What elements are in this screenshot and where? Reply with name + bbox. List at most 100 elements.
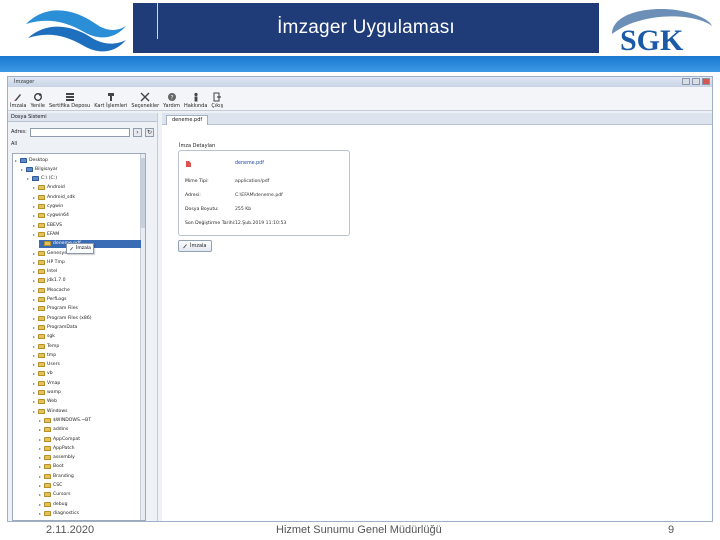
tree-item[interactable]: ▸ Intel: [33, 268, 141, 276]
tree-item[interactable]: ▸ EBEVS: [33, 221, 141, 229]
toolbar-help-button[interactable]: ? Yardım: [163, 92, 180, 110]
folder-icon: [38, 194, 45, 200]
tree-item-label: C:\ (C:): [41, 176, 58, 182]
tree-item[interactable]: ▸ Bilgisayar: [21, 165, 141, 173]
tree-item[interactable]: ▸ wamp: [33, 389, 141, 397]
tree-item-label: Bilgisayar: [35, 166, 58, 172]
folder-icon: [44, 417, 51, 423]
folder-icon: [38, 287, 45, 293]
tree-item-label: jdk1.7.0: [47, 278, 66, 284]
tree-item[interactable]: ▸ assembly: [39, 454, 141, 462]
page-title: İmzager Uygulaması: [277, 17, 455, 38]
tree-item-label: Windows: [47, 408, 68, 414]
tree-item[interactable]: ▸ jdk1.7.0: [33, 277, 141, 285]
signature-panel: deneme.pdf İmza Detayları deneme.pdf Mim…: [162, 113, 712, 521]
tree-item[interactable]: ▸ $WINDOWS.~BT: [39, 416, 141, 424]
toolbar-label: Seçenekler: [131, 103, 160, 109]
tree-item-label: PerfLogs: [47, 297, 67, 302]
tree-item-label: AppPatch: [53, 445, 75, 451]
detail-value: C:\EFAM\deneme.pdf: [235, 193, 283, 198]
tree-item[interactable]: ▸ Users: [33, 361, 141, 369]
tree-item[interactable]: ▸ HP Tmp: [33, 258, 141, 266]
minimize-button[interactable]: [682, 78, 690, 85]
go-button[interactable]: ›: [133, 127, 142, 137]
folder-icon: [38, 334, 45, 340]
tree-item-label: EFAM: [47, 231, 60, 237]
pen-icon: [14, 94, 22, 101]
sign-button[interactable]: İmzala: [178, 240, 212, 252]
tree-item[interactable]: ▸ Web: [33, 398, 141, 406]
tree-item[interactable]: ▸ Branding: [39, 472, 141, 480]
toolbar-certificate-store-button[interactable]: Sertifika Deposu: [49, 92, 90, 110]
file-tree[interactable]: ▸ Desktop ▸ Bilgisayar ▸ C:\ (C:) ▸ Android ▸ And…: [12, 153, 146, 521]
toolbar-refresh-button[interactable]: Yenile: [31, 92, 45, 110]
tree-item[interactable]: ▸ Program Files: [33, 305, 141, 313]
tree-item[interactable]: ▸ debug: [39, 500, 141, 508]
detail-row-mime: Mime Tipi: application/pdf: [185, 179, 269, 184]
tree-item-label: ProgramData: [47, 324, 78, 330]
toolbar-sign-button[interactable]: İmzala: [10, 92, 27, 110]
detail-label: Son Değiştirme Tarihi:: [185, 221, 236, 226]
toolbar-label: Çıkış: [211, 103, 224, 109]
folder-icon: [38, 380, 45, 386]
folder-icon: [38, 399, 45, 405]
tree-item[interactable]: ▸ AppCompat: [39, 435, 141, 443]
folder-icon: [38, 352, 45, 358]
tree-item[interactable]: ▸ cygwin: [33, 203, 141, 211]
tree-item[interactable]: ▸ Android_sdk: [33, 193, 141, 201]
context-menu-sign[interactable]: İmzala: [66, 243, 94, 254]
scrollbar-thumb[interactable]: [141, 158, 145, 228]
refresh-tree-button[interactable]: ↻: [145, 127, 154, 137]
pdf-file-icon: [186, 161, 191, 167]
toolbar-label: Sertifika Deposu: [49, 103, 91, 109]
tree-item[interactable]: ▸ Android: [33, 184, 141, 192]
tree-item[interactable]: ▸ Cursors: [39, 491, 141, 499]
tree-item[interactable]: ▸ diagnostics: [39, 509, 141, 517]
folder-icon: [38, 390, 45, 395]
tree-item[interactable]: ▸ Vmap: [33, 379, 141, 387]
detail-label: Dosya Boyutu:: [185, 207, 219, 212]
tree-item[interactable]: ▸ EFAM: [33, 230, 141, 238]
tree-item[interactable]: ▸ AppPatch: [39, 444, 141, 452]
tree-item[interactable]: ▸ tmp: [33, 351, 141, 359]
folder-icon: [38, 222, 45, 228]
folder-icon: [44, 436, 51, 442]
filter-label: All: [11, 141, 18, 147]
tree-item[interactable]: ▸ Temp: [33, 342, 141, 350]
tree-item-label: Boot: [53, 464, 64, 470]
folder-icon: [44, 483, 51, 488]
tree-item[interactable]: ▸ PerfLogs: [33, 296, 141, 304]
toolbar-card-button[interactable]: Kart İşlemleri: [94, 92, 127, 110]
close-button[interactable]: [702, 78, 710, 85]
ssk-wave-logo: [26, 10, 126, 52]
toolbar-about-button[interactable]: Hakkında: [184, 92, 207, 110]
maximize-button[interactable]: [692, 78, 700, 85]
svg-text:?: ?: [170, 95, 173, 102]
tree-item[interactable]: ▸ Msocache: [33, 286, 141, 294]
address-label: Adres:: [11, 129, 27, 135]
info-icon: [194, 92, 198, 102]
tree-item-label: Temp: [47, 343, 60, 349]
tree-item[interactable]: ▸ addins: [39, 426, 141, 434]
tree-item-label: Msocache: [47, 287, 70, 293]
tab-document[interactable]: deneme.pdf: [166, 115, 209, 125]
tree-item-label: Program Files: [47, 306, 78, 312]
tree-item[interactable]: ▸ sgk: [33, 333, 141, 341]
tree-item[interactable]: ▸ Boot: [39, 463, 141, 471]
toolbar-exit-button[interactable]: Çıkış: [211, 92, 223, 110]
tree-item[interactable]: ▸ vb: [33, 370, 141, 378]
address-input[interactable]: [29, 127, 130, 137]
tree-item-label: Android_sdk: [47, 194, 76, 200]
toolbar-label: Yardım: [163, 103, 180, 109]
tree-item[interactable]: ▸ Windows: [33, 407, 141, 415]
context-menu-label: İmzala: [76, 246, 91, 251]
tree-item[interactable]: ▸ Desktop: [15, 156, 141, 164]
tree-item[interactable]: ▸ ProgramData: [33, 323, 141, 331]
toolbar-options-button[interactable]: Seçenekler: [131, 92, 159, 110]
tree-item[interactable]: ▸ cygwin64: [33, 212, 141, 220]
tree-item[interactable]: ▸ C:\ (C:): [27, 175, 141, 183]
file-system-tab[interactable]: Dosya Sistemi: [8, 113, 157, 122]
tree-item[interactable]: ▸ CSC: [39, 482, 141, 490]
refresh-icon: [33, 93, 42, 101]
tree-item[interactable]: ▸ Program Files (x86): [33, 314, 141, 322]
